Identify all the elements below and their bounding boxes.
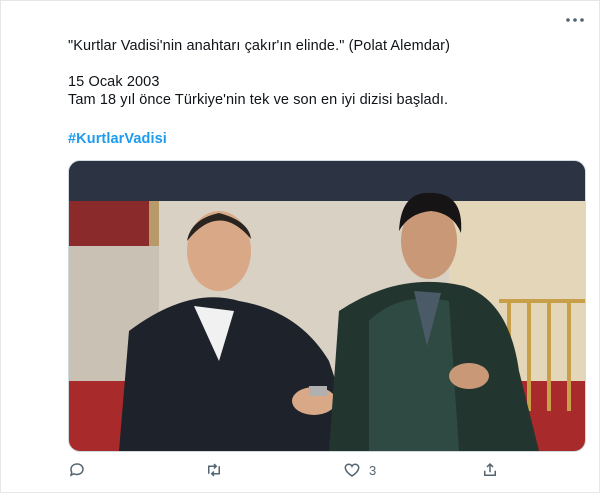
retweet-icon — [208, 463, 220, 477]
share-icon — [484, 462, 496, 476]
photo-illustration — [69, 161, 585, 451]
retweet-button[interactable] — [205, 458, 223, 482]
tweet-quote-line: "Kurtlar Vadisi'nin anahtarı çakır'ın el… — [68, 38, 451, 54]
hashtag-link[interactable]: #KurtlarVadisi — [68, 130, 167, 148]
tweet-actions-bar: 3 — [0, 458, 600, 482]
like-count: 3 — [369, 462, 377, 478]
share-button[interactable] — [481, 458, 499, 482]
like-button[interactable]: 3 — [343, 458, 376, 482]
tweet-body-line: Tam 18 yıl önce Türkiye'nin tek ve son e… — [68, 92, 449, 108]
tweet-photo[interactable] — [68, 160, 586, 452]
more-options-icon[interactable] — [565, 16, 585, 24]
heart-icon — [344, 463, 360, 477]
reply-icon — [69, 463, 84, 477]
reply-button[interactable] — [68, 458, 86, 482]
tweet-date-line: 15 Ocak 2003 — [68, 74, 160, 90]
